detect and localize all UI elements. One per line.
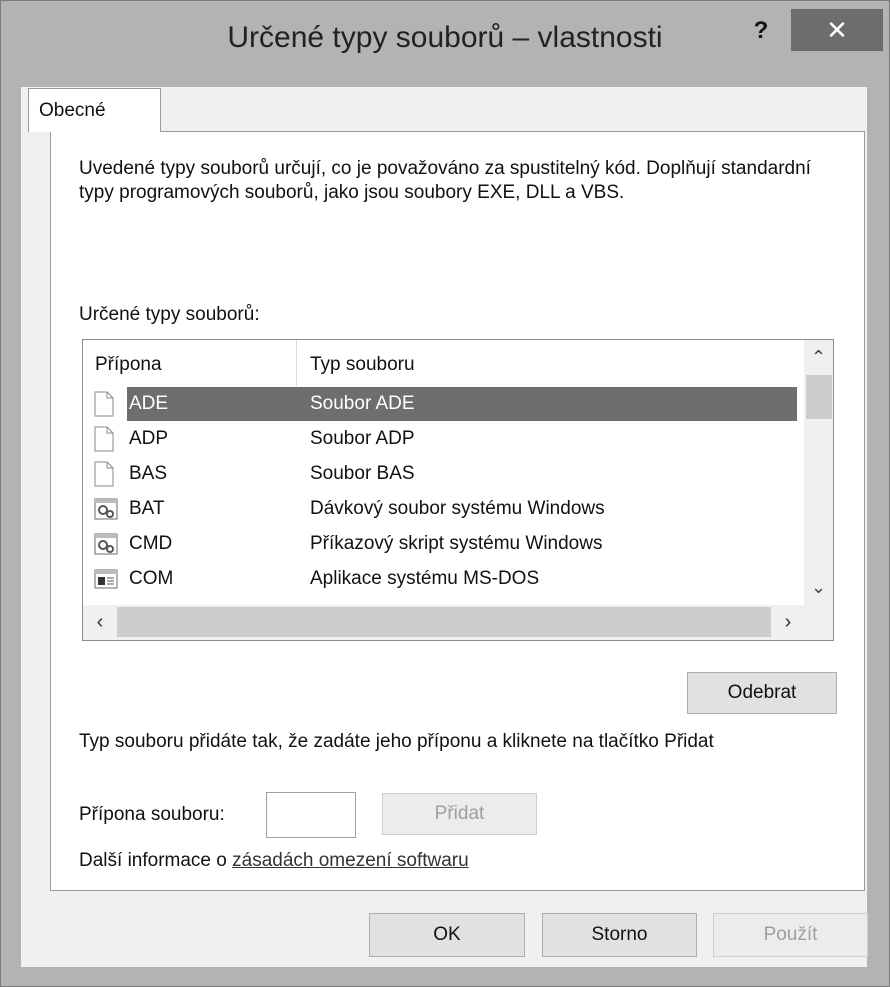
extension-cell: ADE (129, 393, 169, 414)
apply-button[interactable]: Použít (713, 913, 868, 957)
horizontal-scroll-thumb[interactable] (117, 607, 771, 637)
dos-app-icon (94, 566, 118, 592)
file-types-label: Určené typy souborů: (79, 304, 260, 325)
scroll-up-icon[interactable]: ⌃ (804, 340, 833, 374)
file-types-list[interactable]: Přípona Typ souboru ADE Soubor ADE ADP Soub… (82, 339, 834, 641)
extension-cell: COM (129, 568, 174, 589)
blank-file-icon (94, 391, 114, 417)
tab-general[interactable]: Obecné (28, 88, 161, 132)
help-button[interactable]: ? (737, 11, 785, 51)
description-text: Uvedené typy souborů určují, co je považ… (79, 158, 811, 203)
column-divider[interactable] (296, 340, 297, 386)
horizontal-scrollbar[interactable]: ‹ › (83, 605, 833, 640)
list-row[interactable]: ADE Soubor ADE (83, 386, 803, 421)
vertical-scroll-thumb[interactable] (806, 375, 832, 419)
list-row[interactable]: ADP Soubor ADP (83, 421, 803, 456)
extension-cell: BAT (129, 498, 165, 519)
extension-cell: BAS (129, 463, 168, 484)
scroll-right-icon[interactable]: › (771, 605, 805, 640)
file-type-cell: Příkazový skript systému Windows (310, 533, 603, 554)
properties-dialog: Určené typy souborů – vlastnosti ? ✕ Obe… (0, 0, 890, 987)
extension-cell: CMD (129, 533, 173, 554)
file-type-cell: Soubor BAS (310, 463, 415, 484)
add-button[interactable]: Přidat (382, 793, 537, 835)
blank-file-icon (94, 461, 114, 487)
file-type-cell: Soubor ADP (310, 428, 415, 449)
file-type-cell: Soubor ADE (310, 393, 415, 414)
gear-script-icon (94, 531, 118, 557)
selection-highlight (127, 387, 797, 421)
cancel-button[interactable]: Storno (542, 913, 697, 957)
scroll-left-icon[interactable]: ‹ (83, 605, 117, 640)
column-header-type[interactable]: Typ souboru (310, 354, 415, 376)
list-row[interactable]: BAS Soubor BAS (83, 456, 803, 491)
more-info-prefix: Další informace o (79, 850, 233, 871)
column-header-extension[interactable]: Přípona (95, 354, 162, 376)
extension-input[interactable] (266, 792, 356, 838)
scroll-down-icon[interactable]: ⌄ (804, 570, 833, 604)
blank-file-icon (94, 426, 114, 452)
extension-label: Přípona souboru: (79, 804, 225, 825)
list-row[interactable]: CMD Příkazový skript systému Windows (83, 526, 803, 561)
list-row[interactable]: BAT Dávkový soubor systému Windows (83, 491, 803, 526)
close-button[interactable]: ✕ (791, 9, 883, 51)
list-header: Přípona Typ souboru (83, 340, 833, 386)
ok-button[interactable]: OK (369, 913, 525, 957)
software-restriction-policies-link[interactable]: zásadách omezení softwaru (232, 850, 469, 871)
extension-cell: ADP (129, 428, 169, 449)
vertical-scrollbar[interactable]: ⌃ ⌄ (804, 340, 833, 605)
tab-panel-general: Uvedené typy souborů určují, co je považ… (50, 131, 865, 891)
gear-script-icon (94, 496, 118, 522)
remove-button[interactable]: Odebrat (687, 672, 837, 714)
list-row[interactable]: COM Aplikace systému MS-DOS (83, 561, 803, 596)
title-bar[interactable]: Určené typy souborů – vlastnosti ? ✕ (1, 1, 889, 87)
add-instructions-text: Typ souboru přidáte tak, že zadáte jeho … (79, 731, 714, 752)
more-info-text: Další informace o zásadách omezení softw… (79, 850, 469, 872)
file-type-cell: Aplikace systému MS-DOS (310, 568, 540, 589)
file-type-cell: Dávkový soubor systému Windows (310, 498, 605, 519)
